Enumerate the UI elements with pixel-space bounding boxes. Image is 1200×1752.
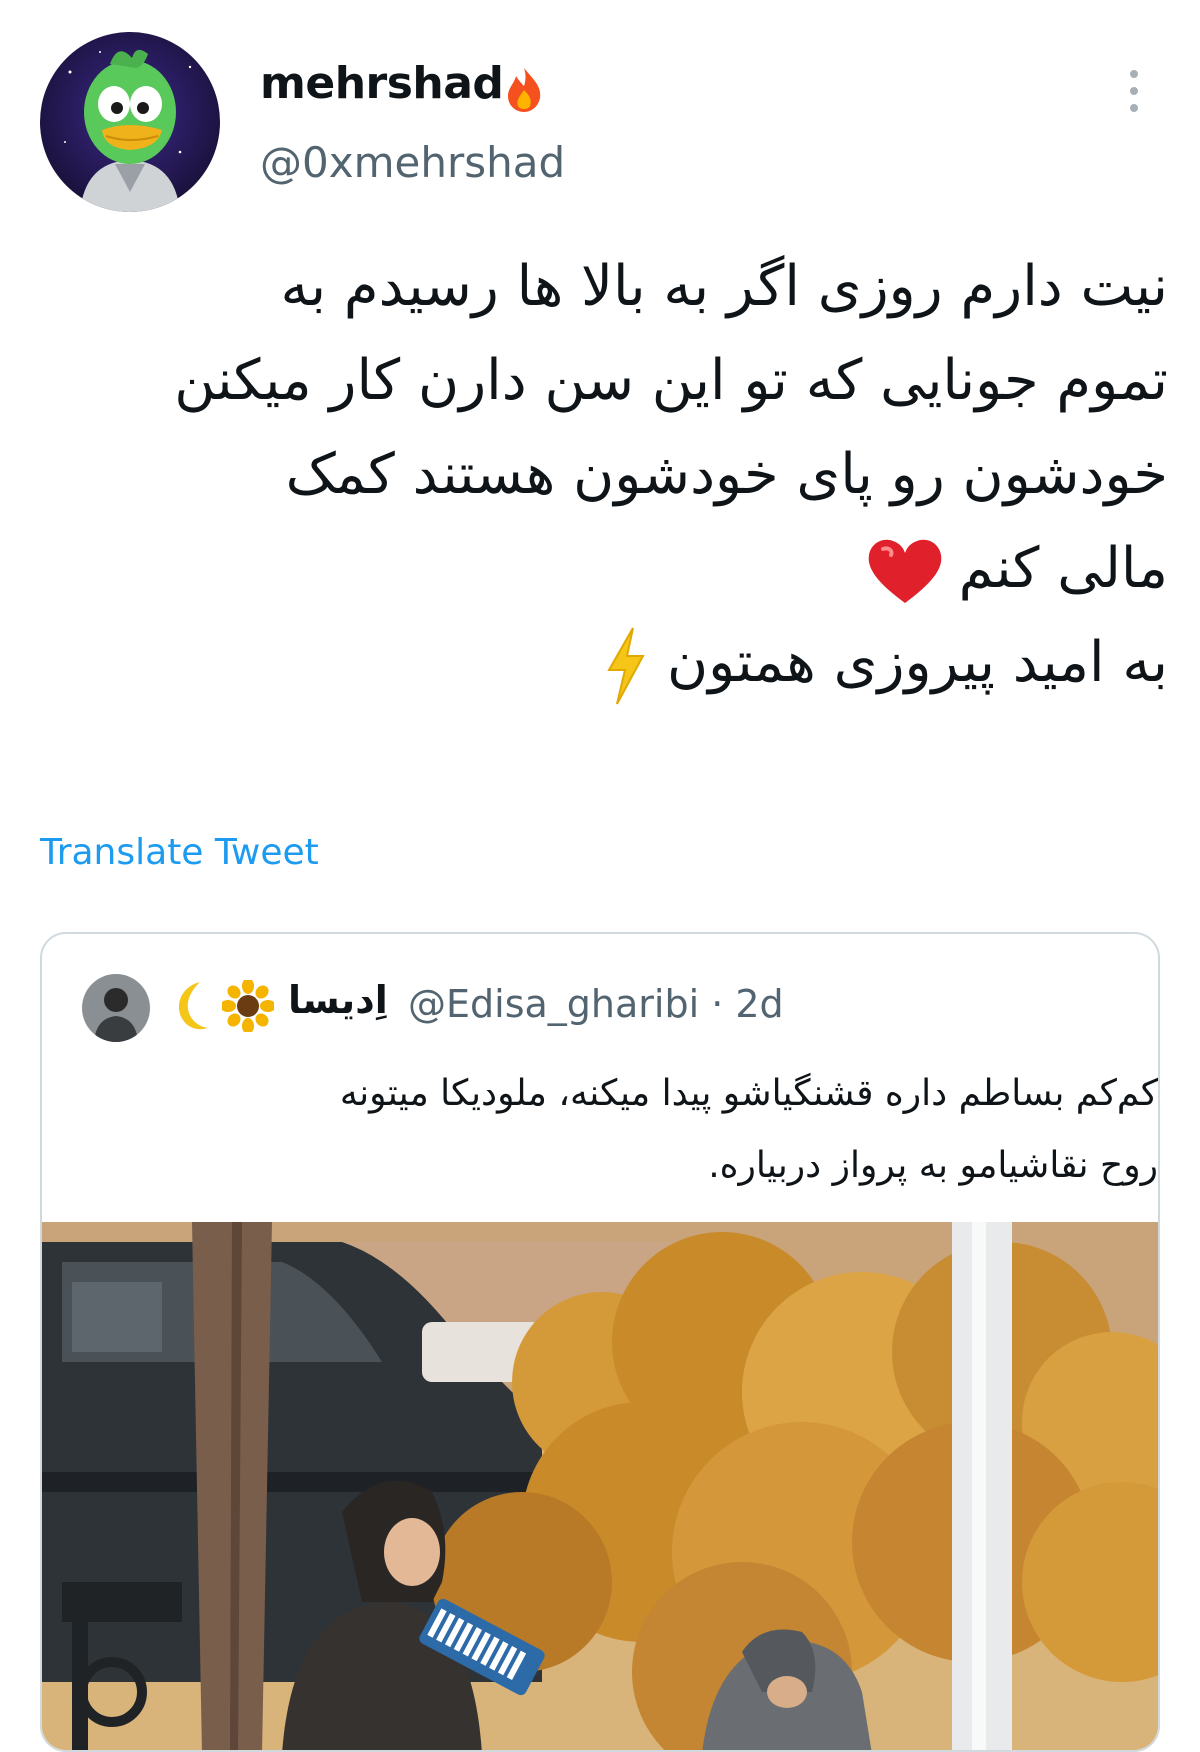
tweet-text-line: نیت دارم روزی اگر به بالا ها رسیدم به <box>40 240 1168 334</box>
lightning-icon <box>603 626 647 706</box>
quoted-text-line: روح نقاشیامو به پرواز دربیاره. <box>82 1130 1158 1202</box>
author-avatar[interactable] <box>40 32 220 212</box>
quoted-text-line: کم‌کم بساطم داره قشنگیاشو پیدا میکنه، مل… <box>82 1058 1158 1130</box>
tweet-text-line: خودشون رو پای خودشون هستند کمک <box>40 428 1168 522</box>
tweet-text-line-with-heart: مالی کنم <box>40 522 1168 616</box>
tweet-text-segment: مالی کنم <box>959 536 1168 601</box>
quoted-tweet-photo[interactable] <box>42 1222 1160 1752</box>
quoted-display-name[interactable]: اِدیسا <box>288 978 388 1022</box>
more-vertical-icon[interactable] <box>1120 66 1148 116</box>
tweet-text-line: تموم جونایی که تو این سن دارن کار میکنن <box>40 334 1168 428</box>
author-handle[interactable]: @0xmehrshad <box>260 138 565 187</box>
fire-icon <box>502 66 546 114</box>
quoted-author-avatar[interactable] <box>82 974 150 1042</box>
translate-tweet-link[interactable]: Translate Tweet <box>40 832 319 873</box>
tweet-closing-line: به امید پیروزی همتون <box>40 616 1168 710</box>
quoted-avatar-image <box>82 974 150 1042</box>
quoted-handle-timestamp[interactable]: @Edisa_gharibi · 2d <box>408 982 784 1026</box>
crescent-moon-icon <box>170 978 214 1034</box>
heart-icon <box>865 537 945 607</box>
sunflower-icon <box>222 980 274 1032</box>
quoted-tweet-card[interactable]: اِدیسا @Edisa_gharibi · 2d کم‌کم بساطم د… <box>40 932 1160 1752</box>
duck-avatar-image <box>40 32 220 212</box>
author-display-name[interactable]: mehrshad <box>260 58 503 109</box>
tweet-text-segment: به امید پیروزی همتون <box>667 630 1168 695</box>
tweet-text: نیت دارم روزی اگر به بالا ها رسیدم به تم… <box>40 240 1168 710</box>
quoted-tweet-text: کم‌کم بساطم داره قشنگیاشو پیدا میکنه، مل… <box>82 1058 1158 1202</box>
